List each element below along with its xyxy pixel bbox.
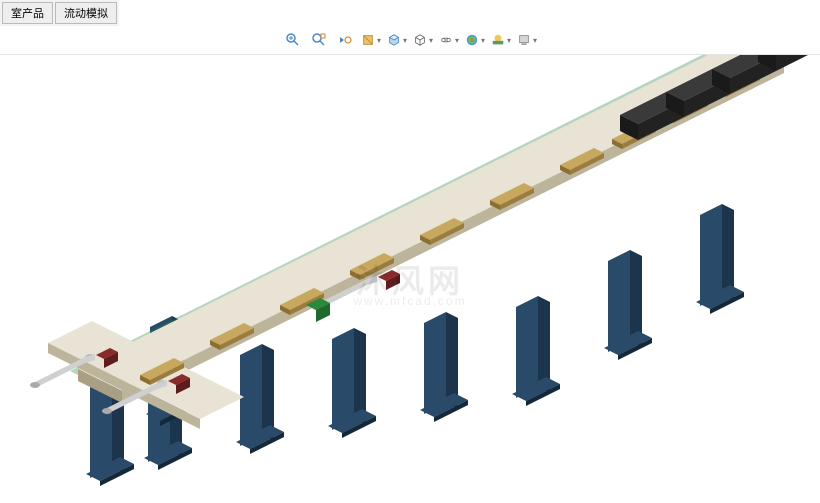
zoom-area-icon[interactable]: [309, 30, 329, 50]
appearance-icon[interactable]: ▾: [465, 30, 485, 50]
dropdown-icon[interactable]: ▾: [429, 36, 433, 45]
edges-icon[interactable]: ▾: [439, 30, 459, 50]
hidden-lines-icon[interactable]: ▾: [413, 30, 433, 50]
cad-app-window: 室产品 流动模拟 ▾ ▾ ▾ ▾ ▾: [0, 0, 820, 503]
dropdown-icon[interactable]: ▾: [455, 36, 459, 45]
cad-3d-viewport[interactable]: 沐风网 www.mfcad.com: [0, 55, 820, 503]
command-tabs: 室产品 流动模拟: [0, 0, 119, 26]
zoom-fit-icon[interactable]: [283, 30, 303, 50]
dropdown-icon[interactable]: ▾: [533, 36, 537, 45]
dropdown-icon[interactable]: ▾: [403, 36, 407, 45]
render-settings-icon[interactable]: ▾: [517, 30, 537, 50]
dropdown-icon[interactable]: ▾: [377, 36, 381, 45]
tab-flow-sim[interactable]: 流动模拟: [55, 2, 117, 24]
tab-products[interactable]: 室产品: [2, 2, 53, 24]
previous-view-icon[interactable]: [335, 30, 355, 50]
display-style-icon[interactable]: ▾: [387, 30, 407, 50]
scene-icon[interactable]: ▾: [491, 30, 511, 50]
section-view-icon[interactable]: ▾: [361, 30, 381, 50]
assembly-model: [0, 55, 820, 503]
dropdown-icon[interactable]: ▾: [481, 36, 485, 45]
dropdown-icon[interactable]: ▾: [507, 36, 511, 45]
view-toolbar: ▾ ▾ ▾ ▾ ▾ ▾ ▾: [0, 26, 820, 55]
